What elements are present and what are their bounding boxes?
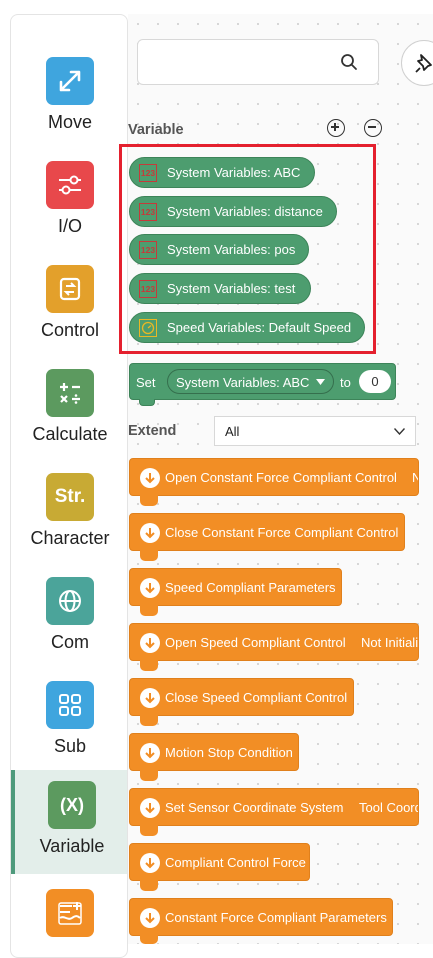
category-variable[interactable]: (X) Variable (11, 770, 127, 874)
chevron-down-icon (316, 379, 325, 385)
down-arrow-icon (140, 578, 160, 598)
category-calculate[interactable]: Calculate (11, 347, 127, 451)
down-arrow-icon (140, 908, 160, 928)
extend-block[interactable]: Speed Compliant Parameters (129, 568, 342, 606)
extend-block[interactable]: Set Sensor Coordinate System Tool Coord (129, 788, 419, 826)
control-loop-icon (46, 265, 94, 313)
block-label: Set Sensor Coordinate System (165, 800, 344, 815)
pin-icon (415, 54, 432, 73)
variable-dropdown[interactable]: System Variables: ABC (167, 369, 334, 394)
extend-section-title: Extend (128, 423, 177, 439)
category-io[interactable]: I/O (11, 139, 127, 243)
block-param: Not Initiali (361, 635, 419, 650)
value-input[interactable]: 0 (359, 370, 391, 393)
down-arrow-icon (140, 853, 160, 873)
string-icon: Str. (46, 473, 94, 521)
set-label: Set (136, 375, 156, 390)
block-search-input[interactable] (137, 39, 379, 85)
block-notch (140, 550, 158, 561)
filter-value: All (225, 424, 240, 439)
block-notch (139, 399, 155, 406)
extend-filter-select[interactable]: All (214, 416, 416, 446)
block-label: Speed Compliant Parameters (165, 580, 336, 595)
category-label: Control (40, 320, 100, 340)
block-notch (140, 660, 158, 671)
table-add-icon (46, 889, 94, 937)
category-label: Com (50, 632, 89, 652)
remove-variable-button[interactable] (364, 119, 382, 137)
down-arrow-icon (140, 468, 160, 488)
chevron-down-icon (394, 428, 405, 435)
category-extend[interactable] (11, 867, 127, 957)
category-label: Sub (53, 736, 87, 756)
extend-block[interactable]: Close Speed Compliant Control (129, 678, 354, 716)
block-param: Tool Coord (359, 800, 419, 815)
down-arrow-icon (140, 688, 160, 708)
block-notch (140, 495, 158, 506)
category-com[interactable]: Com (11, 555, 127, 659)
extend-block[interactable]: Constant Force Compliant Parameters (129, 898, 393, 936)
down-arrow-icon (140, 743, 160, 763)
block-param: N (412, 470, 418, 485)
variable-section-title: Variable (128, 122, 184, 138)
io-switch-icon (46, 161, 94, 209)
block-notch (140, 935, 158, 944)
block-label: Close Constant Force Compliant Control (165, 525, 399, 540)
down-arrow-icon (140, 798, 160, 818)
block-notch (140, 880, 158, 891)
block-label: Motion Stop Condition (165, 745, 293, 760)
category-sidebar: Move I/O Control Calculate Str. Characte… (10, 14, 128, 958)
category-move[interactable]: Move (11, 35, 127, 139)
extend-block[interactable]: Motion Stop Condition (129, 733, 299, 771)
category-sub[interactable]: Sub (11, 659, 127, 763)
block-label: Open Constant Force Compliant Control (165, 470, 397, 485)
grid-icon (46, 681, 94, 729)
to-label: to (340, 375, 351, 390)
move-arrows-icon (46, 57, 94, 105)
search-icon[interactable] (340, 53, 358, 71)
calculator-icon (46, 369, 94, 417)
block-notch (140, 715, 158, 726)
block-label: Compliant Control Force (165, 855, 306, 870)
category-label: Move (47, 112, 92, 132)
extend-block[interactable]: Compliant Control Force (129, 843, 310, 881)
globe-icon (46, 577, 94, 625)
block-label: Constant Force Compliant Parameters (165, 910, 387, 925)
highlight-box (119, 144, 376, 354)
extend-block[interactable]: Open Speed Compliant Control Not Initial… (129, 623, 419, 661)
category-character[interactable]: Str. Character (11, 451, 127, 555)
block-label: Close Speed Compliant Control (165, 690, 348, 705)
category-label: Calculate (32, 424, 108, 444)
block-notch (140, 605, 158, 616)
variable-dropdown-value: System Variables: ABC (176, 375, 310, 390)
block-notch (140, 770, 158, 781)
extend-block[interactable]: Open Constant Force Compliant Control N (129, 458, 419, 496)
block-notch (140, 825, 158, 836)
add-variable-button[interactable] (327, 119, 345, 137)
category-label: I/O (57, 216, 82, 236)
variable-icon: (X) (48, 781, 96, 829)
block-label: Open Speed Compliant Control (165, 635, 346, 650)
down-arrow-icon (140, 523, 160, 543)
set-variable-block[interactable]: Set System Variables: ABC to 0 (129, 363, 396, 400)
down-arrow-icon (140, 633, 160, 653)
extend-block[interactable]: Close Constant Force Compliant Control (129, 513, 405, 551)
category-label: Variable (39, 836, 105, 856)
category-control[interactable]: Control (11, 243, 127, 347)
category-label: Character (30, 528, 110, 548)
